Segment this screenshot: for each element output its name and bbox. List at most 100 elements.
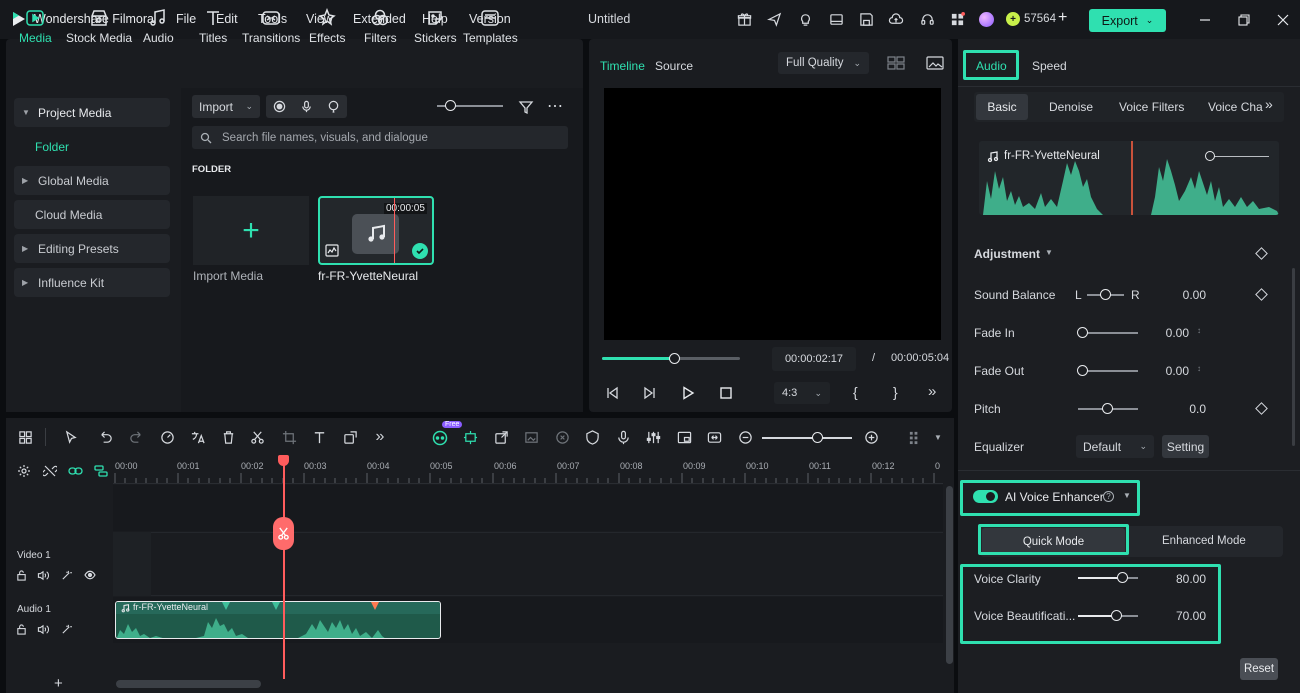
fade-out-stepper-icon[interactable]: ↕ <box>1197 364 1201 373</box>
auto-ripple-icon[interactable] <box>93 463 109 479</box>
pip-icon[interactable] <box>674 427 694 447</box>
fade-in-value[interactable]: 0.00 <box>1139 326 1189 340</box>
tab-audio[interactable]: Audio <box>143 5 174 45</box>
ai-voice-enhancer-toggle[interactable] <box>973 490 998 503</box>
lock-icon[interactable] <box>15 623 27 635</box>
grid-view-icon[interactable] <box>886 55 906 71</box>
save-icon[interactable] <box>858 11 874 27</box>
more-tools-icon[interactable]: » <box>370 427 390 447</box>
tab-stickers[interactable]: Stickers <box>414 5 457 45</box>
previous-frame-icon[interactable] <box>604 385 620 401</box>
more-controls-icon[interactable]: » <box>928 383 936 400</box>
tab-timeline[interactable]: Timeline <box>600 59 645 73</box>
playhead-line[interactable] <box>283 464 285 679</box>
ai-copilot-icon[interactable] <box>430 427 450 447</box>
redo-icon[interactable] <box>126 427 146 447</box>
stop-icon[interactable] <box>718 385 734 401</box>
zoom-slider-knob[interactable] <box>445 100 456 111</box>
enhanced-mode-button[interactable]: Enhanced Mode <box>1162 535 1246 547</box>
timeline-horizontal-scrollbar[interactable] <box>116 680 261 688</box>
scene-detect-icon[interactable] <box>460 427 480 447</box>
sidebar-item-influence-kit[interactable]: ▶ Influence Kit <box>14 268 170 297</box>
timeline-settings-icon[interactable] <box>16 463 32 479</box>
next-frame-icon[interactable] <box>642 385 658 401</box>
fade-in-knob[interactable] <box>1077 327 1088 338</box>
pitch-value[interactable]: 0.0 <box>1156 402 1206 416</box>
ai-translate-icon[interactable] <box>187 427 207 447</box>
tab-media[interactable]: Media <box>19 5 52 45</box>
tab-titles[interactable]: Titles <box>199 5 227 45</box>
reset-button[interactable]: Reset <box>1240 658 1278 680</box>
layout-grid-icon[interactable] <box>15 427 35 447</box>
mark-out-icon[interactable]: } <box>893 384 898 400</box>
maximize-icon[interactable] <box>1237 13 1251 27</box>
tab-source[interactable]: Source <box>655 59 693 73</box>
sidebar-item-editing-presets[interactable]: ▶ Editing Presets <box>14 234 170 263</box>
tab-speed[interactable]: Speed <box>1032 59 1067 73</box>
lightbulb-icon[interactable] <box>797 11 813 27</box>
timeline-vertical-scrollbar[interactable] <box>946 486 953 664</box>
undo-icon[interactable] <box>95 427 115 447</box>
magic-wand-icon[interactable] <box>60 623 72 635</box>
stabilize-icon[interactable] <box>552 427 572 447</box>
timeline-zoom-slider[interactable] <box>762 437 852 439</box>
magic-wand-icon[interactable] <box>60 569 72 581</box>
subtab-more-icon[interactable]: » <box>1265 96 1273 112</box>
import-dropdown[interactable]: Import ⌄ <box>192 95 260 118</box>
layout-icon[interactable] <box>828 11 844 27</box>
fade-out-value[interactable]: 0.00 <box>1139 364 1189 378</box>
preview-canvas[interactable] <box>604 88 941 340</box>
adjustment-expand-icon[interactable]: ▼ <box>1045 248 1053 257</box>
speaker-icon[interactable] <box>37 569 49 581</box>
export-clip-icon[interactable] <box>491 427 511 447</box>
image-edit-icon[interactable] <box>521 427 541 447</box>
tab-effects[interactable]: Effects <box>309 5 345 45</box>
ai-voice-enhancer-expand-icon[interactable]: ▼ <box>1123 491 1131 500</box>
waveform-volume-knob[interactable] <box>1205 151 1215 161</box>
timeline-zoom-knob[interactable] <box>812 432 823 443</box>
menu-file[interactable]: File <box>176 12 196 26</box>
export-button[interactable]: Export ⌄ <box>1089 9 1166 32</box>
play-icon[interactable] <box>680 385 696 401</box>
send-icon[interactable] <box>766 11 782 27</box>
sound-balance-value[interactable]: 0.00 <box>1156 288 1206 302</box>
mask-shield-icon[interactable] <box>582 427 602 447</box>
track-layout-icon[interactable] <box>905 427 925 447</box>
sidebar-item-cloud-media[interactable]: Cloud Media <box>14 200 170 229</box>
track-layout-dropdown-icon[interactable]: ▼ <box>934 433 942 442</box>
tab-templates[interactable]: Templates <box>463 5 518 45</box>
import-media-tile[interactable]: + <box>193 196 309 265</box>
equalizer-dropdown[interactable]: Default ⌄ <box>1076 435 1154 458</box>
voice-beautification-knob[interactable] <box>1111 610 1122 621</box>
voice-clarity-value[interactable]: 80.00 <box>1156 572 1206 586</box>
fade-in-stepper-icon[interactable]: ↕ <box>1197 326 1201 335</box>
fade-out-knob[interactable] <box>1077 365 1088 376</box>
delete-icon[interactable] <box>218 427 238 447</box>
more-options-icon[interactable]: ⋯ <box>547 96 564 116</box>
tab-transitions[interactable]: Transitions <box>242 5 300 45</box>
transform-icon[interactable] <box>340 427 360 447</box>
zoom-out-icon[interactable] <box>735 427 755 447</box>
subtab-voice-changer[interactable]: Voice Cha <box>1208 100 1263 114</box>
record-screen-icon[interactable] <box>273 100 286 113</box>
tab-stock-media[interactable]: Stock Media <box>66 5 132 45</box>
playback-progress-knob[interactable] <box>668 353 680 364</box>
snapshot-icon[interactable] <box>925 55 945 71</box>
record-voice-icon[interactable] <box>613 427 633 447</box>
zoom-in-icon[interactable] <box>861 427 881 447</box>
gift-icon[interactable] <box>736 11 752 27</box>
speed-ramp-icon[interactable] <box>157 427 177 447</box>
sound-balance-knob[interactable] <box>1100 289 1111 300</box>
waveform-volume-track[interactable] <box>1209 156 1269 157</box>
headset-icon[interactable] <box>919 11 935 27</box>
cloud-upload-icon[interactable] <box>888 11 904 27</box>
voice-beautification-value[interactable]: 70.00 <box>1156 609 1206 623</box>
unlink-icon[interactable] <box>42 463 58 479</box>
fit-timeline-icon[interactable] <box>704 427 724 447</box>
sidebar-item-global-media[interactable]: ▶ Global Media <box>14 166 170 195</box>
audio-mixer-icon[interactable] <box>643 427 663 447</box>
eye-icon[interactable] <box>83 569 96 581</box>
sidebar-item-project-media[interactable]: ▼ Project Media <box>14 98 170 127</box>
filter-icon[interactable] <box>517 98 534 115</box>
aspect-ratio-dropdown[interactable]: 4:3 ⌄ <box>774 382 830 404</box>
